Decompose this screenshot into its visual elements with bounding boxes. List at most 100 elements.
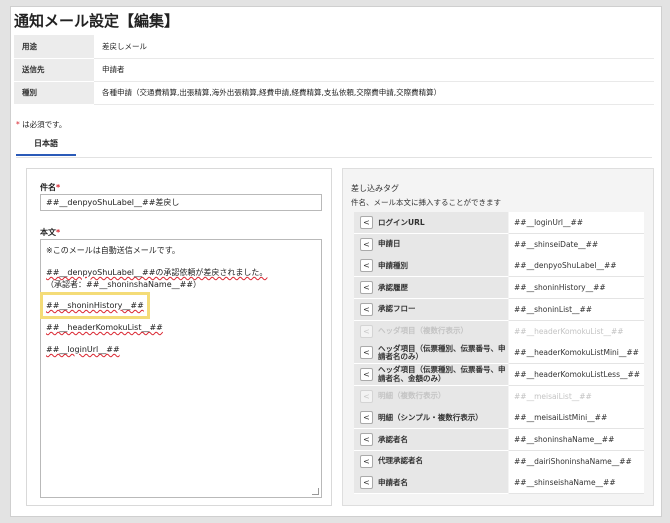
tag-name: 明細（複数行表示）	[378, 391, 446, 401]
tag-value: ##__headerKomokuList__##	[509, 320, 644, 343]
info-row-type: 種別 各種申請（交通費精算,出張精算,海外出張精算,経費申請,経費精算,支払依頼…	[14, 81, 654, 105]
body-line: ##__headerKomokuList__##	[46, 323, 163, 332]
tags-panel-subtitle: 件名、メール本文に挿入することができます	[351, 198, 501, 207]
tags-panel-title: 差し込みタグ	[351, 184, 399, 193]
tag-row: < 申請種別 ##__denpyoShuLabel__##	[354, 255, 644, 278]
tag-name: ログインURL	[378, 217, 425, 227]
tag-name-cell: < ヘッダ項目（複数行表示）	[354, 320, 508, 343]
insert-tag-button[interactable]: <	[360, 259, 373, 273]
insert-tag-button[interactable]: <	[360, 237, 373, 251]
tag-name-cell: < 承認フロー	[354, 298, 508, 321]
info-value: 各種申請（交通費精算,出張精算,海外出張精算,経費申請,経費精算,支払依頼,交際…	[94, 81, 654, 105]
info-row-usage: 用途 差戻しメール	[14, 35, 654, 59]
info-table: 用途 差戻しメール 送信先 申請者 種別 各種申請（交通費精算,出張精算,海外出…	[14, 35, 654, 105]
subject-label: 件名*	[40, 182, 60, 193]
tag-row: < 承認フロー ##__shoninList__##	[354, 298, 644, 321]
tag-value: ##__shinseishaName__##	[509, 472, 644, 495]
resize-grip-icon[interactable]	[312, 488, 319, 495]
required-star: *	[56, 228, 61, 237]
tag-name-cell: < 承認履歴	[354, 277, 508, 300]
body-line: ※このメールは自動送信メールです。	[46, 246, 180, 255]
insert-tag-button[interactable]: <	[360, 216, 373, 229]
tag-name-cell: < 明細（シンプル・複数行表示）	[354, 407, 508, 430]
tag-value: ##__shinseiDate__##	[509, 233, 644, 256]
body-label-text: 本文	[40, 228, 56, 237]
tag-row: < 申請者名 ##__shinseishaName__##	[354, 472, 644, 495]
tag-value: ##__loginUrl__##	[509, 212, 644, 234]
tag-row: < 承認履歴 ##__shoninHistory__##	[354, 277, 644, 300]
tag-name: 申請日	[378, 239, 401, 249]
insert-tag-button[interactable]: <	[360, 411, 373, 425]
tag-value: ##__dairiShoninshaName__##	[509, 450, 644, 473]
subject-label-text: 件名	[40, 183, 56, 192]
tag-name-cell: < 申請者名	[354, 472, 508, 495]
tag-value: ##__denpyoShuLabel__##	[509, 255, 644, 278]
insert-tag-button[interactable]: <	[360, 433, 373, 446]
required-note: * は必須です。	[16, 119, 66, 130]
tag-name-cell: < 申請日	[354, 233, 508, 256]
insert-tag-button[interactable]: <	[360, 281, 373, 295]
required-star: *	[56, 183, 61, 192]
tag-name-cell: < 承認者名	[354, 429, 508, 451]
body-line: （承認者：##__shoninshaName__##）	[46, 280, 202, 289]
body-line-text: ##__headerKomokuList__##	[46, 323, 163, 332]
tag-row: < 申請日 ##__shinseiDate__##	[354, 233, 644, 256]
body-line: ##__denpyoShuLabel__##の承認依頼が差戻されました。	[46, 267, 267, 278]
subject-input[interactable]	[40, 194, 322, 211]
tag-value: ##__meisaiListMini__##	[509, 407, 644, 430]
body-line-text: ##__loginUrl__##	[46, 345, 120, 354]
required-star: *	[16, 120, 20, 129]
tag-name-cell: < 申請種別	[354, 255, 508, 278]
insert-tag-button[interactable]: <	[360, 367, 373, 381]
tag-name: 明細（シンプル・複数行表示）	[378, 412, 483, 422]
body-label: 本文*	[40, 227, 60, 238]
tab-divider	[16, 157, 652, 158]
insert-tag-button[interactable]: <	[360, 454, 373, 468]
tag-value: ##__headerKomokuListMini__##	[509, 342, 644, 365]
insert-tag-button[interactable]: <	[360, 302, 373, 316]
highlight-box	[40, 292, 150, 319]
tag-row: < 明細（複数行表示） ##__meisaiList__##	[354, 385, 644, 408]
body-line-text: ##__denpyoShuLabel__##の承認依頼が差戻されました。	[46, 268, 268, 277]
insert-tag-button: <	[360, 389, 373, 403]
tag-name: ヘッダ項目（複数行表示）	[378, 326, 468, 336]
insert-tag-button[interactable]: <	[360, 476, 373, 490]
info-row-recipient: 送信先 申請者	[14, 58, 654, 82]
tag-row: < ヘッダ項目（伝票種別、伝票番号、申請者名、金額のみ） ##__headerKom…	[354, 363, 644, 386]
page-title: 通知メール設定【編集】	[14, 12, 180, 30]
tag-row: < ヘッダ項目（複数行表示） ##__headerKomokuList__##	[354, 320, 644, 343]
tag-name-cell: < ログインURL	[354, 212, 508, 234]
info-label: 送信先	[14, 58, 94, 82]
tag-value: ##__meisaiList__##	[509, 385, 644, 408]
tag-value: ##__shoninList__##	[509, 298, 644, 321]
tab-japanese[interactable]: 日本語	[16, 134, 76, 156]
info-label: 用途	[14, 35, 94, 59]
tag-value: ##__shoninHistory__##	[509, 277, 644, 300]
tag-value: ##__shoninshaName__##	[509, 429, 644, 451]
tag-row: < 代理承認者名 ##__dairiShoninshaName__##	[354, 450, 644, 473]
tag-row: < ヘッダ項目（伝票種別、伝票番号、申請者名のみ） ##__headerKomoku…	[354, 342, 644, 365]
tag-value: ##__headerKomokuListLess__##	[509, 363, 644, 386]
body-textarea[interactable]: ※このメールは自動送信メールです。 ##__denpyoShuLabel__##…	[40, 239, 322, 498]
tag-name: 申請種別	[378, 261, 408, 271]
insert-tag-button[interactable]: <	[360, 346, 373, 360]
required-note-text: は必須です。	[22, 120, 67, 129]
tag-name: 承認フロー	[378, 304, 416, 314]
tag-name: 承認履歴	[378, 282, 408, 292]
tag-name: ヘッダ項目（伝票種別、伝票番号、申請者名のみ）	[378, 343, 506, 362]
tag-row: < 承認者名 ##__shoninshaName__##	[354, 429, 644, 451]
tag-name: 承認者名	[378, 434, 408, 444]
tag-name-cell: < ヘッダ項目（伝票種別、伝票番号、申請者名、金額のみ）	[354, 363, 508, 386]
insert-tag-button: <	[360, 324, 373, 338]
tag-name: 代理承認者名	[378, 456, 423, 466]
tag-name-cell: < 明細（複数行表示）	[354, 385, 508, 408]
body-line: ##__loginUrl__##	[46, 345, 120, 354]
info-value: 差戻しメール	[94, 35, 654, 59]
info-value: 申請者	[94, 58, 654, 82]
tag-name: ヘッダ項目（伝票種別、伝票番号、申請者名、金額のみ）	[378, 365, 506, 383]
tag-row: < 明細（シンプル・複数行表示） ##__meisaiListMini__##	[354, 407, 644, 430]
tag-name: 申請者名	[378, 478, 408, 488]
tag-row: < ログインURL ##__loginUrl__##	[354, 212, 644, 234]
tag-name-cell: < 代理承認者名	[354, 450, 508, 473]
info-label: 種別	[14, 81, 94, 105]
